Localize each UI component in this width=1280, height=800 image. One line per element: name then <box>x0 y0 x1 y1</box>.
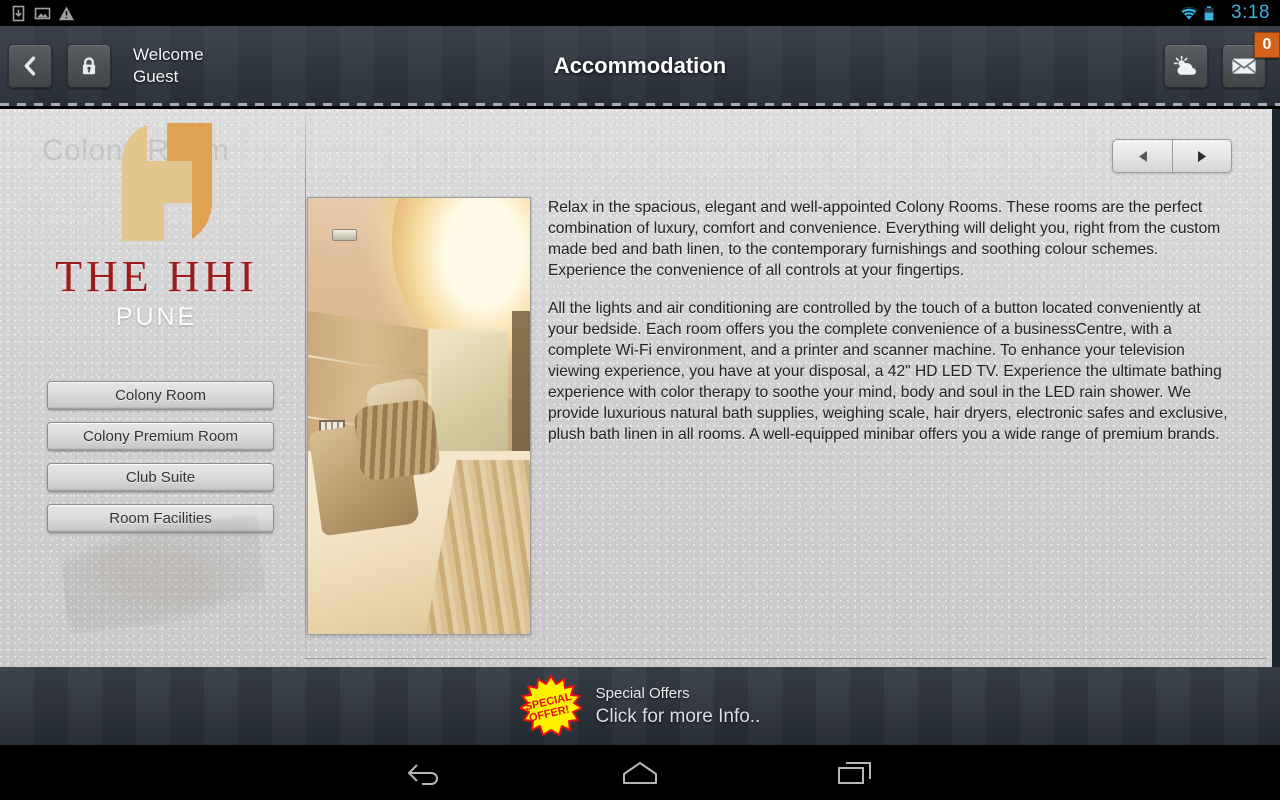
back-chevron-icon <box>24 56 36 76</box>
nav-back-button[interactable] <box>318 760 533 786</box>
download-icon <box>10 5 27 22</box>
hhi-monogram-logo <box>121 123 212 241</box>
mail-badge: 0 <box>1254 32 1280 58</box>
welcome-line-1: Welcome <box>133 45 204 64</box>
brand-name: THE HHI <box>55 252 258 301</box>
room-description: Relax in the spacious, elegant and well-… <box>548 197 1232 445</box>
special-offers-text: Special Offers Click for more Info.. <box>596 683 761 730</box>
android-nav-bar <box>0 745 1280 800</box>
special-offers-content: SPECIAL OFFER! Special Offers Click for … <box>519 675 761 737</box>
paper-panel: Colony Room THE HHI PUNE Colony Room Col… <box>0 109 1272 667</box>
prev-button[interactable] <box>1113 140 1172 172</box>
nav-home-button[interactable] <box>533 760 748 786</box>
nav-recents-button[interactable] <box>748 760 963 786</box>
next-button[interactable] <box>1172 140 1231 172</box>
special-offers-bar[interactable]: SPECIAL OFFER! Special Offers Click for … <box>0 667 1280 745</box>
image-icon <box>34 5 51 22</box>
header-right-group: 0 <box>1164 32 1280 88</box>
weather-button[interactable] <box>1164 44 1208 88</box>
header-left-group: Welcome Guest <box>0 44 204 88</box>
content-panel: Relax in the spacious, elegant and well-… <box>306 109 1272 667</box>
sidebar-item-colony-premium-room[interactable]: Colony Premium Room <box>47 422 274 451</box>
sidebar-item-club-suite[interactable]: Club Suite <box>47 463 274 492</box>
special-offer-burst-icon: SPECIAL OFFER! <box>519 675 582 736</box>
brand-block: THE HHI PUNE <box>8 117 305 332</box>
sidebar-item-colony-room[interactable]: Colony Room <box>47 381 274 410</box>
triangle-right-icon <box>1197 150 1206 162</box>
welcome-line-2: Guest <box>133 67 179 86</box>
mail-button-wrapper: 0 <box>1222 32 1280 88</box>
android-recents-icon <box>838 761 871 784</box>
content-pager <box>1112 139 1232 173</box>
warning-icon <box>58 5 75 22</box>
app-header: Welcome Guest Accommodation 0 <box>0 26 1280 106</box>
mail-icon <box>1231 58 1257 74</box>
weather-sun-cloud-icon <box>1173 55 1196 75</box>
page-body: Colony Room THE HHI PUNE Colony Room Col… <box>0 109 1280 667</box>
paragraph-2: All the lights and air conditioning are … <box>548 300 1228 443</box>
special-offers-title: Special Offers <box>595 684 690 702</box>
special-offers-subtitle: Click for more Info.. <box>595 705 761 727</box>
status-bar-notifications <box>0 5 75 22</box>
photo-bolster-pillow <box>352 398 441 482</box>
triangle-left-icon <box>1139 150 1147 162</box>
status-bar-system: 3:18 <box>1179 2 1280 24</box>
sidebar-item-room-facilities[interactable]: Room Facilities <box>47 504 274 533</box>
status-bar-clock: 3:18 <box>1231 2 1270 23</box>
sidebar-nav: Colony Room Colony Premium Room Club Sui… <box>47 381 274 545</box>
lock-button[interactable] <box>67 44 111 88</box>
back-button[interactable] <box>8 44 52 88</box>
welcome-text: Welcome Guest <box>133 44 204 88</box>
brand-city: PUNE <box>115 303 198 331</box>
lock-icon <box>82 56 96 74</box>
screen: 3:18 Welcome Guest Accommodation 0 Colon… <box>0 0 1280 800</box>
battery-icon <box>1203 5 1220 22</box>
android-status-bar: 3:18 <box>0 0 1280 26</box>
sidebar: Colony Room THE HHI PUNE Colony Room Col… <box>8 109 305 667</box>
wifi-icon <box>1179 5 1198 22</box>
android-home-icon <box>623 761 657 784</box>
paragraph-1: Relax in the spacious, elegant and well-… <box>548 199 1221 279</box>
photo-ceiling-spotlight <box>332 228 358 241</box>
android-back-icon <box>407 763 438 785</box>
room-photo <box>307 197 531 635</box>
